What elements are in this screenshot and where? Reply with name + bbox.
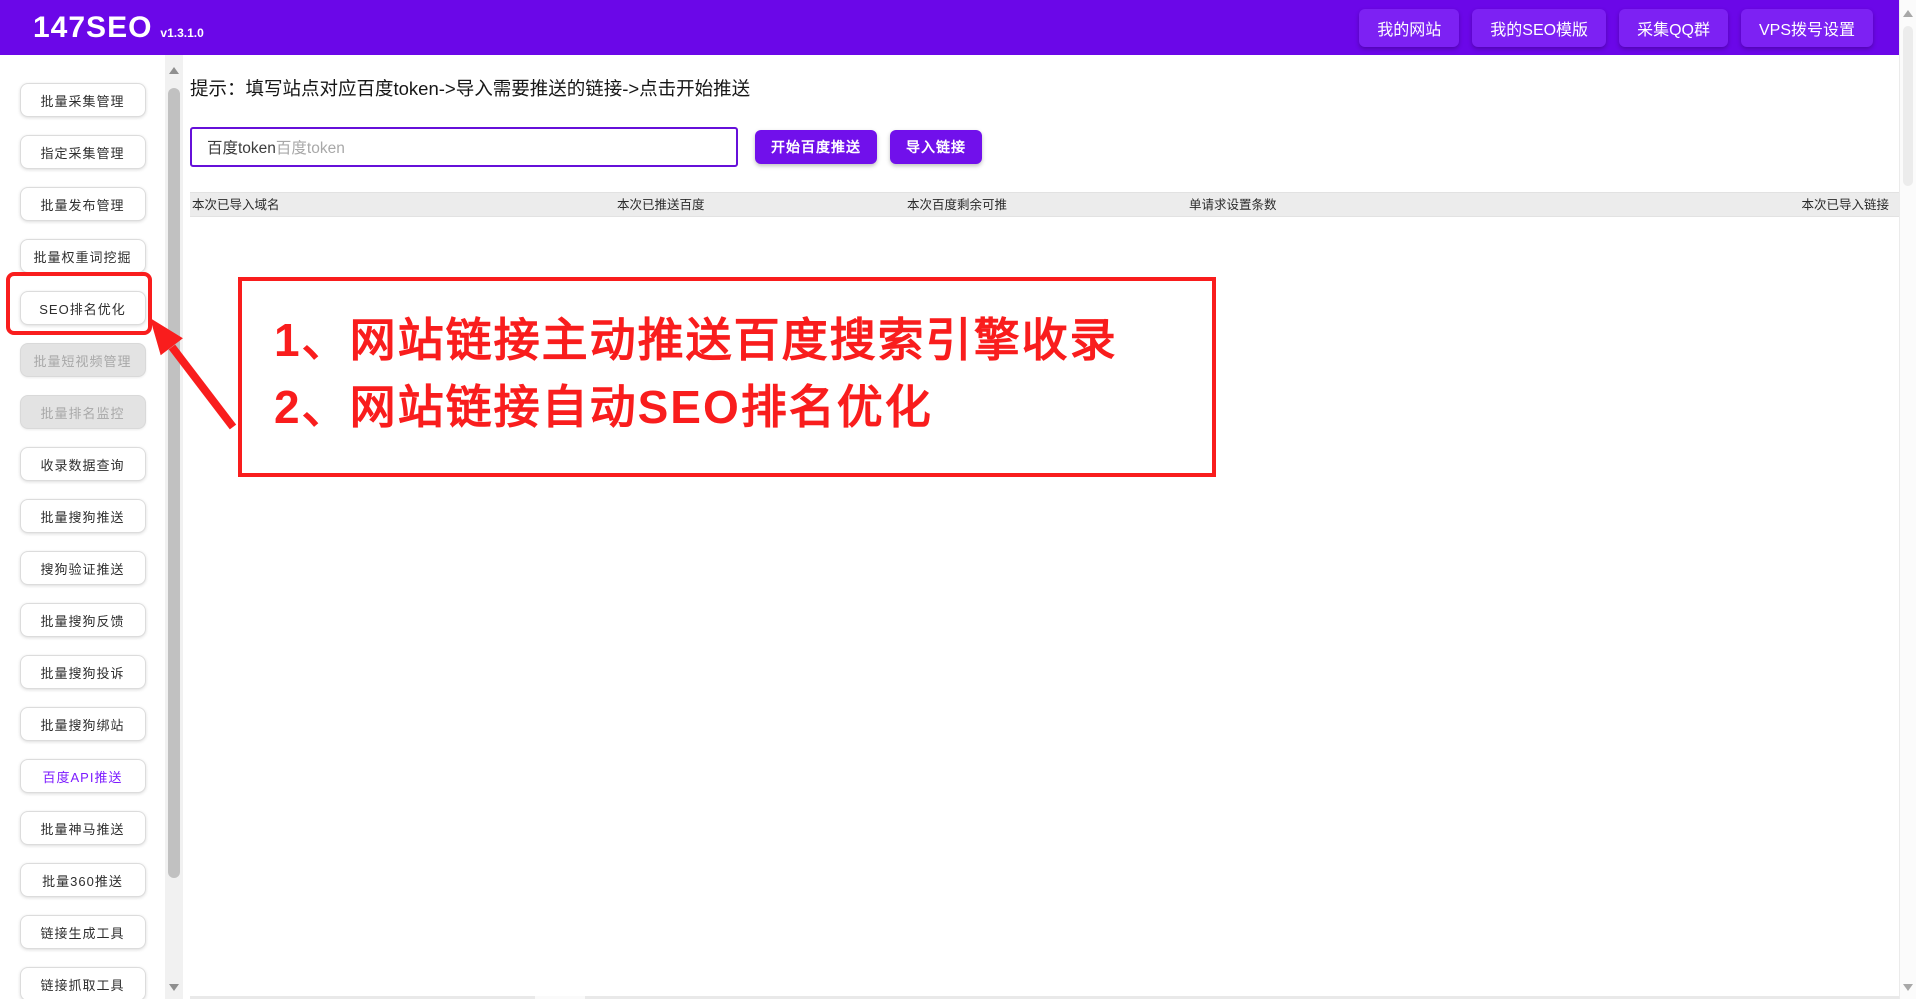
- sidebar-item-10[interactable]: 搜狗验证推送: [20, 551, 146, 585]
- sidebar-item-9[interactable]: 批量搜狗推送: [20, 499, 146, 533]
- table-column-header-3: 本次百度剩余可推: [907, 193, 1007, 218]
- sidebar-item-18[interactable]: 链接抓取工具: [20, 967, 146, 999]
- start-baidu-push-button[interactable]: 开始百度推送: [755, 130, 877, 164]
- sidebar-item-8[interactable]: 收录数据查询: [20, 447, 146, 481]
- app-window: 147SEO v1.3.1.0 我的网站我的SEO模版采集QQ群VPS拨号设置 …: [0, 0, 1916, 999]
- scroll-up-icon[interactable]: [1903, 10, 1913, 17]
- table-column-header-5: 本次已导入链接: [1801, 193, 1889, 218]
- scroll-down-icon[interactable]: [169, 984, 179, 991]
- sidebar-item-2[interactable]: 指定采集管理: [20, 135, 146, 169]
- table-column-header-1: 本次已导入域名: [192, 193, 280, 218]
- sidebar-item-7: 批量排名监控: [20, 395, 146, 429]
- sidebar-item-3[interactable]: 批量发布管理: [20, 187, 146, 221]
- baidu-token-input[interactable]: 百度token 百度token: [190, 127, 738, 167]
- token-input-label: 百度token: [207, 136, 276, 158]
- page-scrollbar[interactable]: [1899, 0, 1916, 999]
- sidebar-item-11[interactable]: 批量搜狗反馈: [20, 603, 146, 637]
- sidebar-item-16[interactable]: 批量360推送: [20, 863, 146, 897]
- sidebar-item-15[interactable]: 批量神马推送: [20, 811, 146, 845]
- sidebar-item-4[interactable]: 批量权重词挖掘: [20, 239, 146, 273]
- sidebar-menu: 批量采集管理指定采集管理批量发布管理批量权重词挖掘 SEO排名优化批量短视频管理批…: [0, 55, 165, 999]
- nav-button-4[interactable]: VPS拨号设置: [1741, 9, 1873, 47]
- nav-button-2[interactable]: 我的SEO模版: [1472, 9, 1606, 47]
- table-column-header-2: 本次已推送百度: [617, 193, 705, 218]
- push-controls-row: 百度token 百度token 开始百度推送 导入链接: [190, 127, 982, 167]
- header-nav: 我的网站我的SEO模版采集QQ群 VPS拨号设置: [1359, 9, 1873, 47]
- annotation-line: 1、网站链接主动推送百度搜索引擎收录: [274, 307, 1212, 374]
- token-input-placeholder: 百度token: [276, 136, 345, 158]
- sidebar-scrollbar-thumb[interactable]: [168, 88, 180, 878]
- sidebar-item-5[interactable]: SEO排名优化: [20, 291, 146, 325]
- sidebar-item-14[interactable]: 百度API推送: [20, 759, 146, 793]
- table-column-header-4: 单请求设置条数: [1189, 193, 1277, 218]
- app-logo: 147SEO v1.3.1.0: [33, 0, 204, 55]
- page-scrollbar-thumb[interactable]: [1903, 26, 1913, 186]
- sidebar-item-13[interactable]: 批量搜狗绑站: [20, 707, 146, 741]
- sidebar-scrollbar[interactable]: [165, 55, 183, 999]
- import-links-button[interactable]: 导入链接: [890, 130, 982, 164]
- sidebar-item-17[interactable]: 链接生成工具: [20, 915, 146, 949]
- app-title: 147SEO: [33, 11, 152, 45]
- scroll-down-icon[interactable]: [1903, 984, 1913, 991]
- sidebar-item-6: 批量短视频管理: [20, 343, 146, 377]
- page-hint: 提示：填写站点对应百度token->导入需要推送的链接->点击开始推送: [190, 75, 750, 101]
- sidebar-item-1[interactable]: 批量采集管理: [20, 83, 146, 117]
- nav-button-3[interactable]: 采集QQ群: [1619, 9, 1728, 47]
- annotation-note-box: 1、网站链接主动推送百度搜索引擎收录 2、网站链接自动SEO排名优化: [238, 277, 1216, 477]
- nav-button-1[interactable]: 我的网站: [1359, 9, 1459, 47]
- app-header: 147SEO v1.3.1.0 我的网站我的SEO模版采集QQ群 VPS拨号设置: [0, 0, 1899, 55]
- results-table-header: 本次已导入域名 本次已推送百度 本次百度剩余可推 单请求设置条数 本次已导入链接: [190, 192, 1899, 217]
- app-version: v1.3.1.0: [160, 26, 203, 40]
- annotation-line: 2、网站链接自动SEO排名优化: [274, 374, 1212, 441]
- scroll-up-icon[interactable]: [169, 67, 179, 74]
- sidebar-item-12[interactable]: 批量搜狗投诉: [20, 655, 146, 689]
